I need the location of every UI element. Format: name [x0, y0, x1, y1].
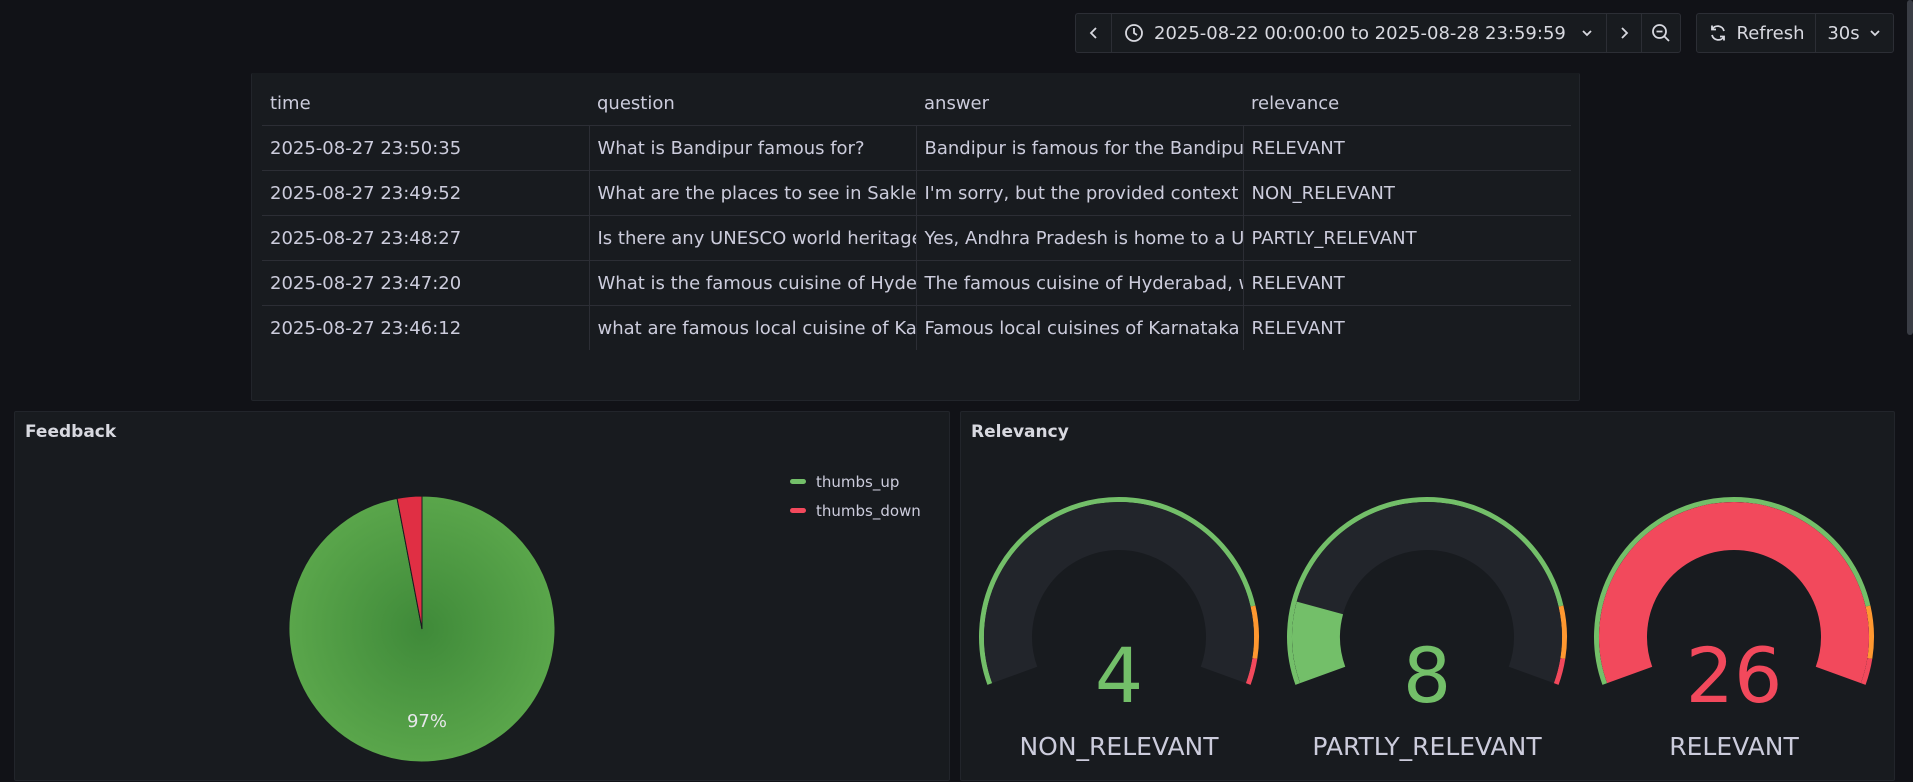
chevron-down-icon — [1870, 30, 1880, 37]
table-row: 2025-08-27 23:46:12 what are famous loca… — [262, 305, 1571, 350]
legend-swatch — [790, 479, 806, 484]
refresh-button[interactable]: Refresh — [1697, 14, 1816, 52]
gauge-value: 8 — [1403, 631, 1451, 720]
table-cell: 2025-08-27 23:50:35 — [262, 125, 590, 171]
table-cell: 2025-08-27 23:48:27 — [262, 215, 590, 261]
column-header-question[interactable]: question — [589, 81, 916, 126]
table-cell: 2025-08-27 23:46:12 — [262, 305, 590, 350]
table-cell: What are the places to see in Saklesh — [589, 170, 917, 216]
gauge-label: PARTLY_RELEVANT — [1312, 732, 1542, 761]
time-back-button[interactable] — [1076, 14, 1112, 52]
table-cell: NON_RELEVANT — [1243, 170, 1571, 216]
table-cell: The famous cuisine of Hyderabad, wh — [916, 260, 1244, 306]
zoom-out-button[interactable] — [1642, 14, 1680, 52]
page-scrollbar[interactable] — [1907, 0, 1913, 335]
table-cell: Yes, Andhra Pradesh is home to a UNI — [916, 215, 1244, 261]
time-forward-button[interactable] — [1607, 14, 1642, 52]
gauge-value: 4 — [1095, 631, 1143, 720]
zoom-out-icon — [1652, 24, 1670, 42]
relevancy-panel: Relevancy 4 NON_RELEVANT 8 PARTLY_RELEVANT 2… — [960, 411, 1895, 781]
table-row: 2025-08-27 23:49:52 What are the places … — [262, 170, 1571, 216]
gauge-value: 26 — [1686, 631, 1783, 720]
table-cell: what are famous local cuisine of Karn — [589, 305, 917, 350]
time-range-text: 2025-08-22 00:00:00 to 2025-08-28 23:59:… — [1154, 22, 1566, 44]
pie-percent-label: 97% — [407, 711, 447, 732]
relevancy-gauges: 4 NON_RELEVANT 8 PARTLY_RELEVANT 26 RELEVANT — [979, 497, 1874, 761]
gauge-label: NON_RELEVANT — [1019, 732, 1219, 761]
clock-icon — [1125, 24, 1143, 42]
chevron-left-icon — [1089, 27, 1097, 39]
gauge-value-bar — [1292, 601, 1346, 684]
chevron-right-icon — [1621, 27, 1629, 39]
gauge-label: RELEVANT — [1669, 732, 1799, 761]
legend-item-thumbs-up[interactable]: thumbs_up — [790, 467, 921, 496]
feedback-legend: thumbs_up thumbs_down — [790, 467, 921, 525]
table-cell: Famous local cuisines of Karnataka in — [916, 305, 1244, 350]
feedback-panel: Feedback 97% thumbs_up thumbs_down — [14, 411, 950, 781]
refresh-group: Refresh 30s — [1696, 13, 1894, 53]
refresh-icon — [1710, 25, 1725, 41]
refresh-interval-value: 30s — [1827, 22, 1860, 44]
feedback-panel-title: Feedback — [25, 422, 117, 442]
logs-table: time question answer relevance 2025-08-2… — [262, 81, 1571, 350]
column-header-time[interactable]: time — [262, 81, 589, 126]
time-picker-group: 2025-08-22 00:00:00 to 2025-08-28 23:59:… — [1075, 13, 1681, 53]
legend-label: thumbs_down — [816, 501, 921, 520]
table-cell: RELEVANT — [1251, 317, 1345, 339]
table-cell: What is the famous cuisine of Hyderb — [589, 260, 917, 306]
table-cell: What is Bandipur famous for? — [589, 125, 917, 171]
table-row: 2025-08-27 23:48:27 Is there any UNESCO … — [262, 215, 1571, 261]
time-range-picker[interactable]: 2025-08-22 00:00:00 to 2025-08-28 23:59:… — [1112, 14, 1607, 52]
legend-label: thumbs_up — [816, 472, 900, 491]
table-cell: I'm sorry, but the provided context do — [916, 170, 1244, 216]
refresh-interval-picker[interactable]: 30s — [1816, 14, 1893, 52]
feedback-pie-chart: 97% — [288, 495, 556, 763]
table-header-row: time question answer relevance — [262, 81, 1571, 126]
legend-swatch — [790, 508, 806, 513]
table-cell: Bandipur is famous for the Bandipur N — [916, 125, 1244, 171]
table-cell: PARTLY_RELEVANT — [1243, 215, 1571, 261]
table-cell: RELEVANT — [1243, 125, 1571, 171]
table-row: 2025-08-27 23:47:20 What is the famous c… — [262, 260, 1571, 306]
legend-item-thumbs-down[interactable]: thumbs_down — [790, 496, 921, 525]
table-cell: Is there any UNESCO world heritage i — [589, 215, 917, 261]
logs-table-panel: time question answer relevance 2025-08-2… — [251, 73, 1580, 401]
table-cell: 2025-08-27 23:47:20 — [262, 260, 590, 306]
table-cell: RELEVANT — [1243, 260, 1571, 306]
column-header-answer[interactable]: answer — [916, 81, 1243, 126]
column-header-relevance[interactable]: relevance — [1243, 81, 1571, 126]
table-cell: 2025-08-27 23:49:52 — [262, 170, 590, 216]
chevron-down-icon — [1582, 30, 1592, 37]
refresh-label: Refresh — [1736, 22, 1805, 44]
table-row: 2025-08-27 23:50:35 What is Bandipur fam… — [262, 125, 1571, 171]
